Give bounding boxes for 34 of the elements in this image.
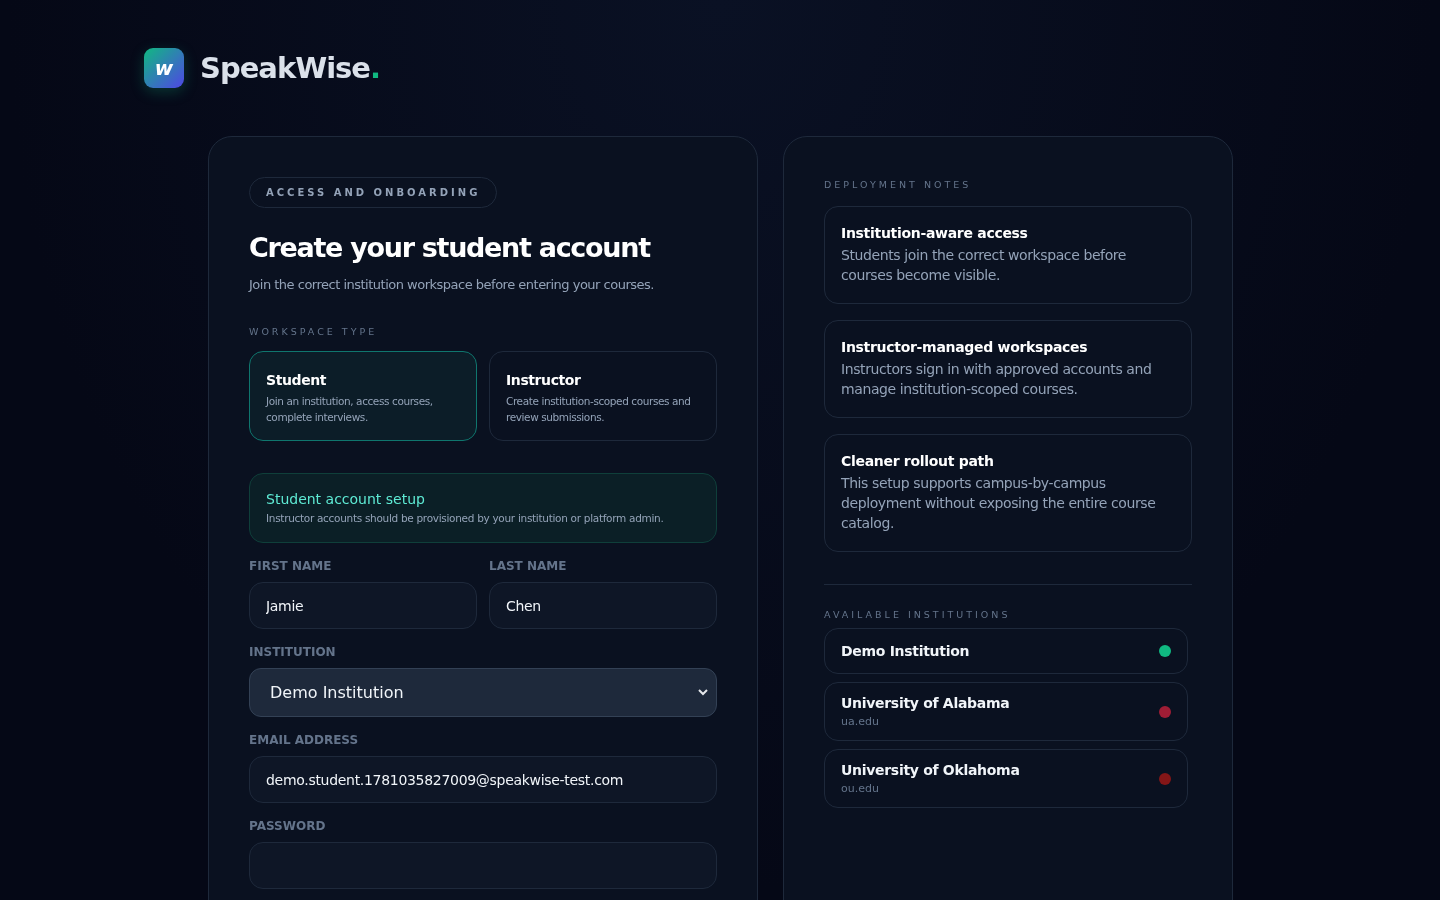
institution-domain: ou.edu — [841, 782, 880, 795]
section-label: WORKSPACE TYPE — [249, 326, 379, 337]
email-field[interactable]: demo.student.1781035827009@speakwise-test.com — [249, 756, 717, 803]
note-text: Instructors sign in with approved accounts and manage institution-scoped courses. — [841, 360, 1153, 399]
notice-text: Instructor accounts should be provisioned by your institution or platform admin. — [266, 511, 665, 526]
institution-item[interactable]: University of Oklahoma ou.edu — [824, 749, 1188, 808]
logo-icon: w — [144, 48, 184, 88]
note-title: Institution-aware access — [841, 225, 1029, 241]
institution-name: University of Oklahoma — [841, 762, 1020, 778]
institution-domain: ua.edu — [841, 715, 880, 728]
note-text: This setup supports campus-by-campus deployment without exposing the entire course catalog. — [841, 474, 1157, 533]
workspace-option[interactable]: Student Join an institution, access courses, complete interviews. — [249, 351, 477, 441]
first-name-field[interactable]: Jamie — [249, 582, 477, 629]
institution-name: University of Alabama — [841, 695, 1010, 711]
field-label: EMAIL ADDRESS — [249, 733, 360, 747]
notice-title: Student account setup — [266, 491, 426, 507]
workspace-option[interactable]: Instructor Create institution-scoped courses and review submissions. — [489, 351, 717, 441]
institution-select[interactable]: Demo Institution — [249, 668, 717, 717]
note-title: Cleaner rollout path — [841, 453, 995, 469]
page-title: Create your student account — [249, 232, 652, 263]
section-label: AVAILABLE INSTITUTIONS — [824, 609, 1012, 620]
brand-name: SpeakWise. — [200, 51, 381, 85]
last-name-field[interactable]: Chen — [489, 582, 717, 629]
field-label: FIRST NAME — [249, 559, 333, 573]
note-title: Instructor-managed workspaces — [841, 339, 1089, 355]
page-subtitle: Join the correct institution workspace before entering your courses. — [249, 277, 655, 292]
institution-name: Demo Institution — [841, 643, 970, 659]
field-label: PASSWORD — [249, 819, 327, 833]
institution-item[interactable]: University of Alabama ua.edu — [824, 682, 1188, 741]
institution-item[interactable]: Demo Institution — [824, 628, 1188, 674]
section-label: DEPLOYMENT NOTES — [824, 179, 973, 190]
field-label: INSTITUTION — [249, 645, 337, 659]
field-label: LAST NAME — [489, 559, 568, 573]
note-text: Students join the correct workspace before courses become visible. — [841, 246, 1128, 285]
